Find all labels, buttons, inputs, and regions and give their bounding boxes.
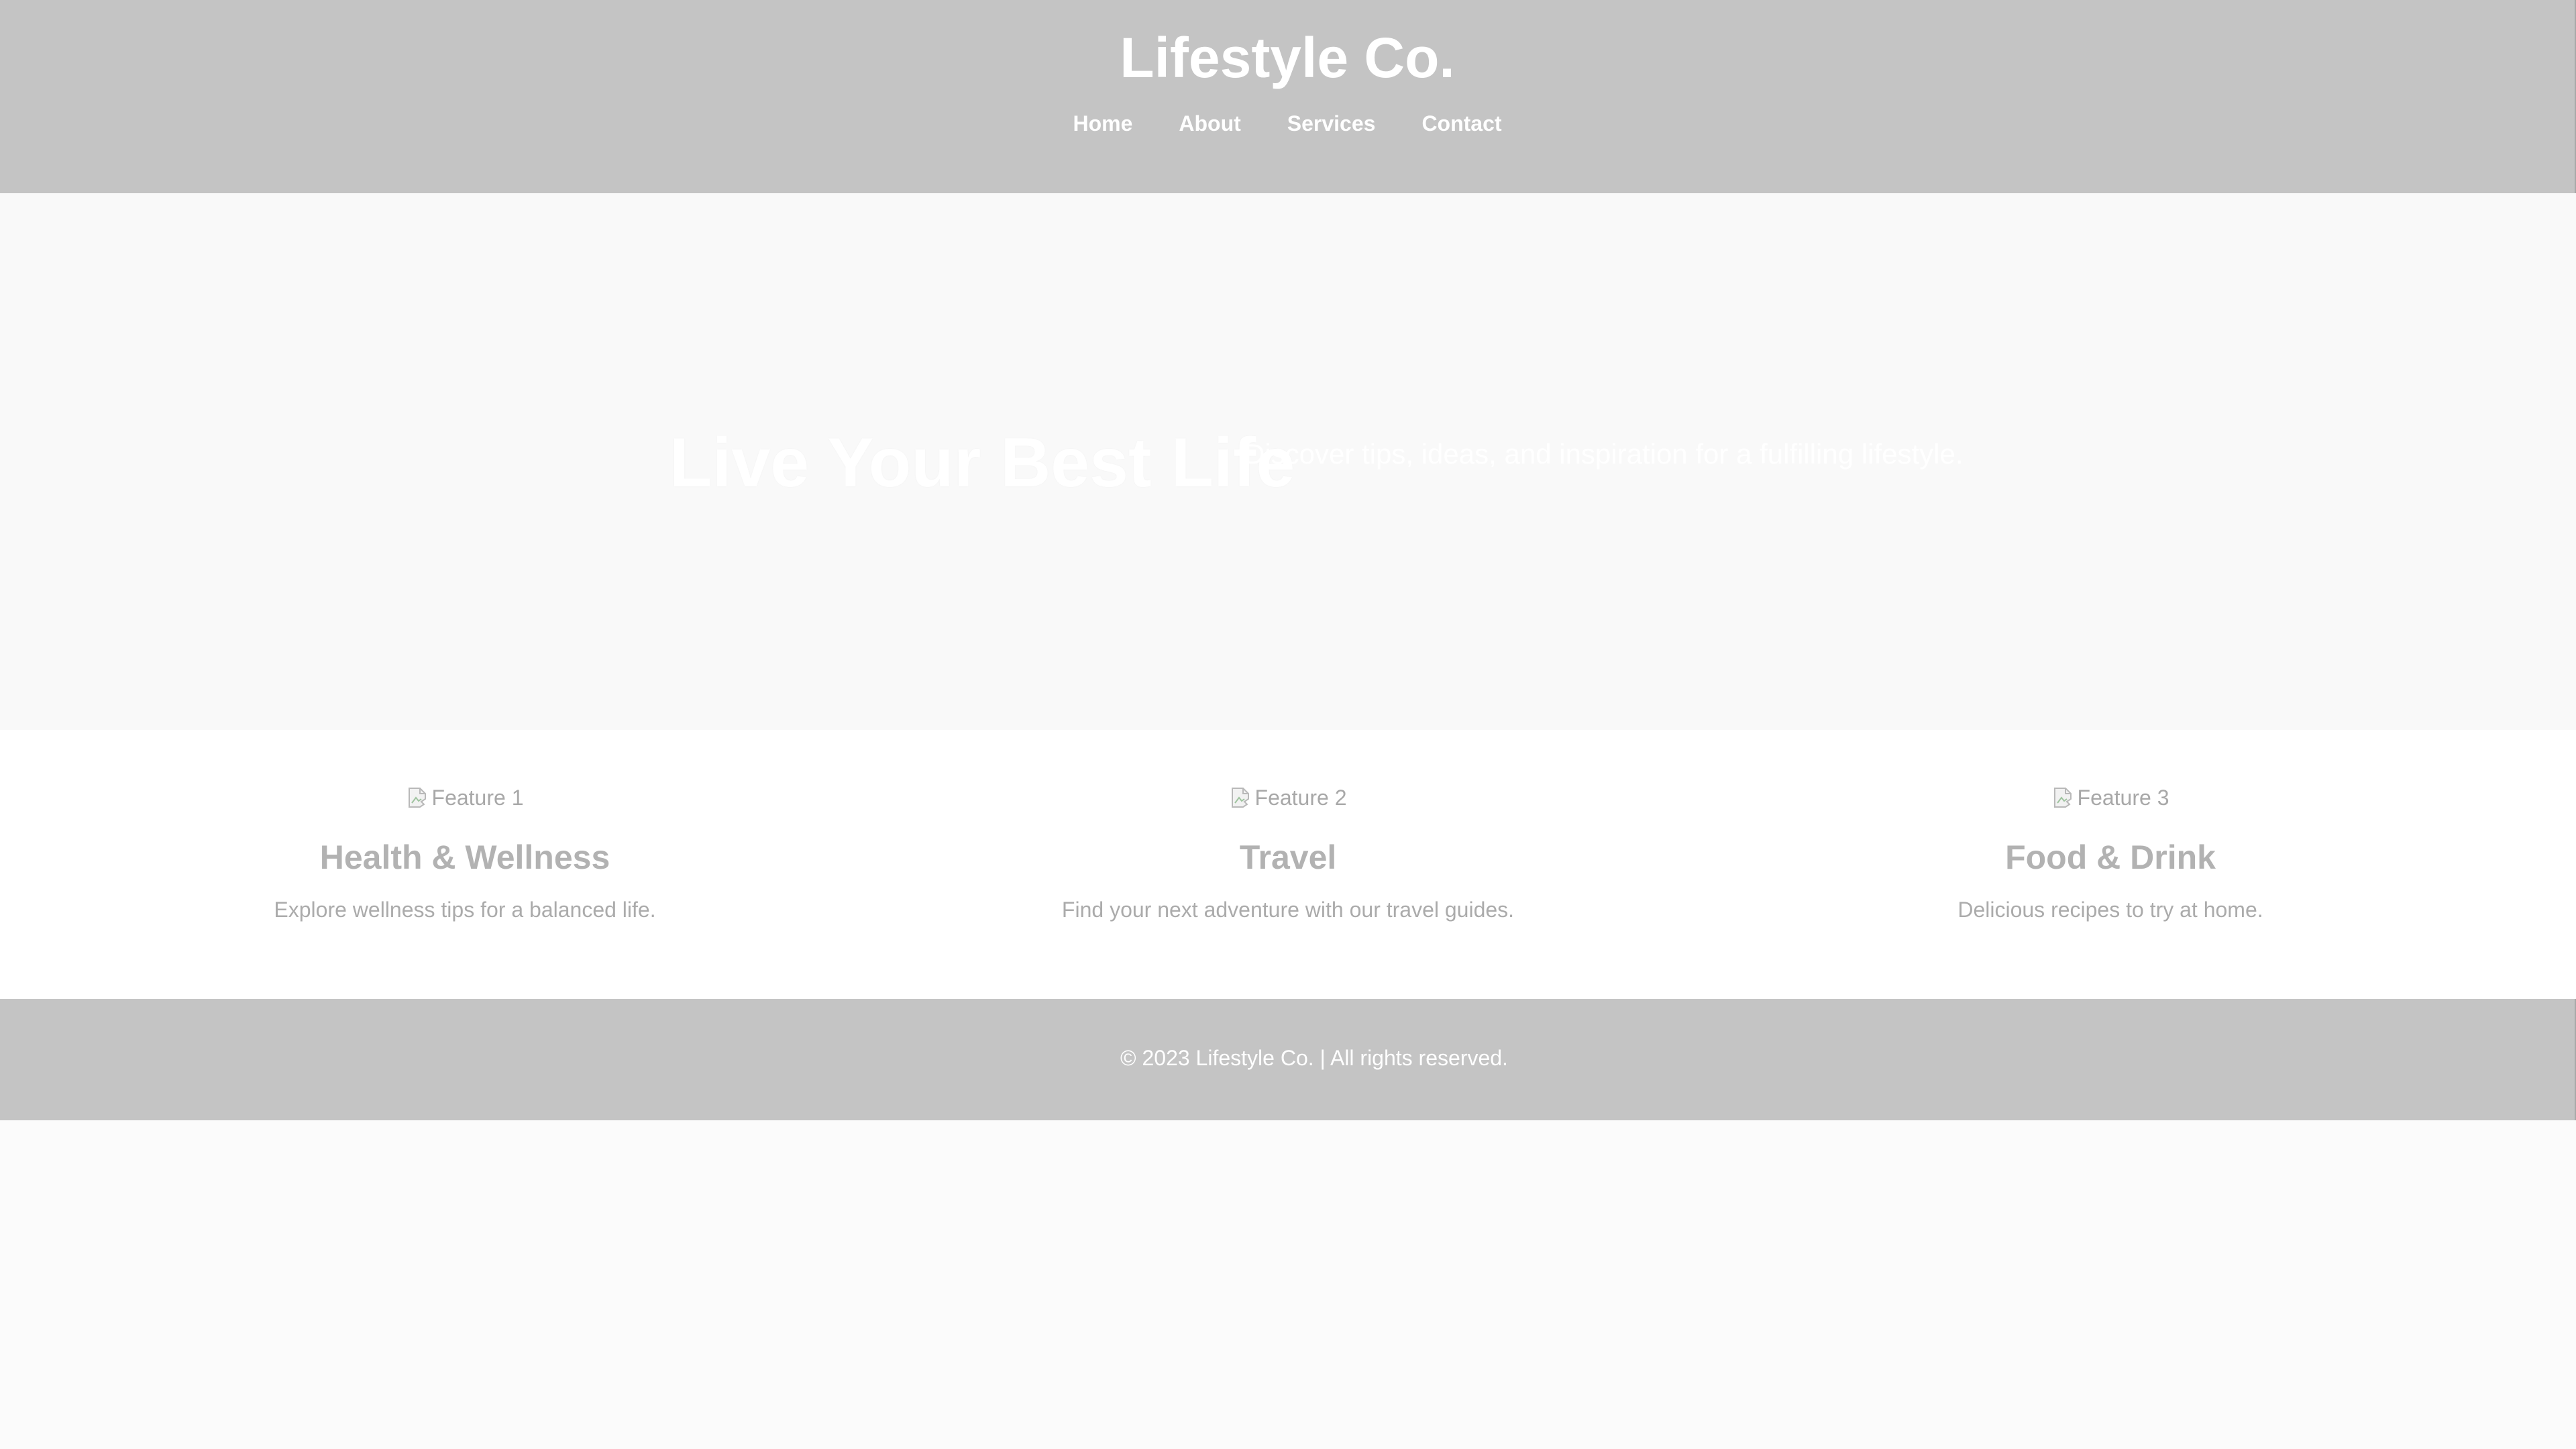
broken-image-icon: [1230, 784, 1254, 811]
feature-description: Explore wellness tips for a balanced lif…: [274, 898, 656, 922]
broken-image-icon: [407, 784, 431, 811]
main-nav: Home About Services Contact: [0, 111, 2575, 172]
site-header: Lifestyle Co. Home About Services Contac…: [0, 0, 2576, 193]
site-title: Lifestyle Co.: [1120, 26, 1455, 89]
nav-link-contact[interactable]: Contact: [1421, 103, 1501, 172]
feature-card-food: Feature 3 Food & Drink Delicious recipes…: [1708, 730, 2513, 923]
page: Lifestyle Co. Home About Services Contac…: [0, 0, 2576, 1449]
feature-card-health: Feature 1 Health & Wellness Explore well…: [62, 730, 867, 923]
feature-card-travel: Feature 2 Travel Find your next adventur…: [885, 730, 1690, 923]
broken-image-icon: [2052, 784, 2076, 811]
feature-image-alt: Feature 1: [431, 785, 524, 810]
feature-title: Travel: [1239, 839, 1337, 876]
footer-copyright: © 2023 Lifestyle Co. | All rights reserv…: [1120, 1046, 1508, 1070]
feature-description: Find your next adventure with our travel…: [1061, 898, 1515, 922]
nav-link-about[interactable]: About: [1179, 103, 1240, 172]
hero-section: Live Your Best Life Discover tips, ideas…: [0, 193, 2576, 730]
feature-image: Feature 1: [407, 782, 524, 813]
feature-description: Delicious recipes to try at home.: [1957, 898, 2263, 922]
feature-title: Health & Wellness: [319, 839, 610, 876]
feature-image-alt: Feature 3: [2077, 785, 2169, 810]
feature-image: Feature 2: [1230, 782, 1347, 813]
feature-title: Food & Drink: [2005, 839, 2216, 876]
feature-image: Feature 3: [2052, 782, 2169, 813]
hero-subtitle: Discover tips, ideas, and inspiration fo…: [1244, 438, 1964, 470]
feature-image-alt: Feature 2: [1254, 785, 1347, 810]
site-footer: © 2023 Lifestyle Co. | All rights reserv…: [0, 999, 2576, 1120]
features-section: Feature 1 Health & Wellness Explore well…: [0, 730, 2576, 999]
hero-title: Live Your Best Life: [669, 424, 1295, 502]
nav-link-services[interactable]: Services: [1287, 103, 1376, 172]
nav-link-home[interactable]: Home: [1073, 103, 1132, 172]
